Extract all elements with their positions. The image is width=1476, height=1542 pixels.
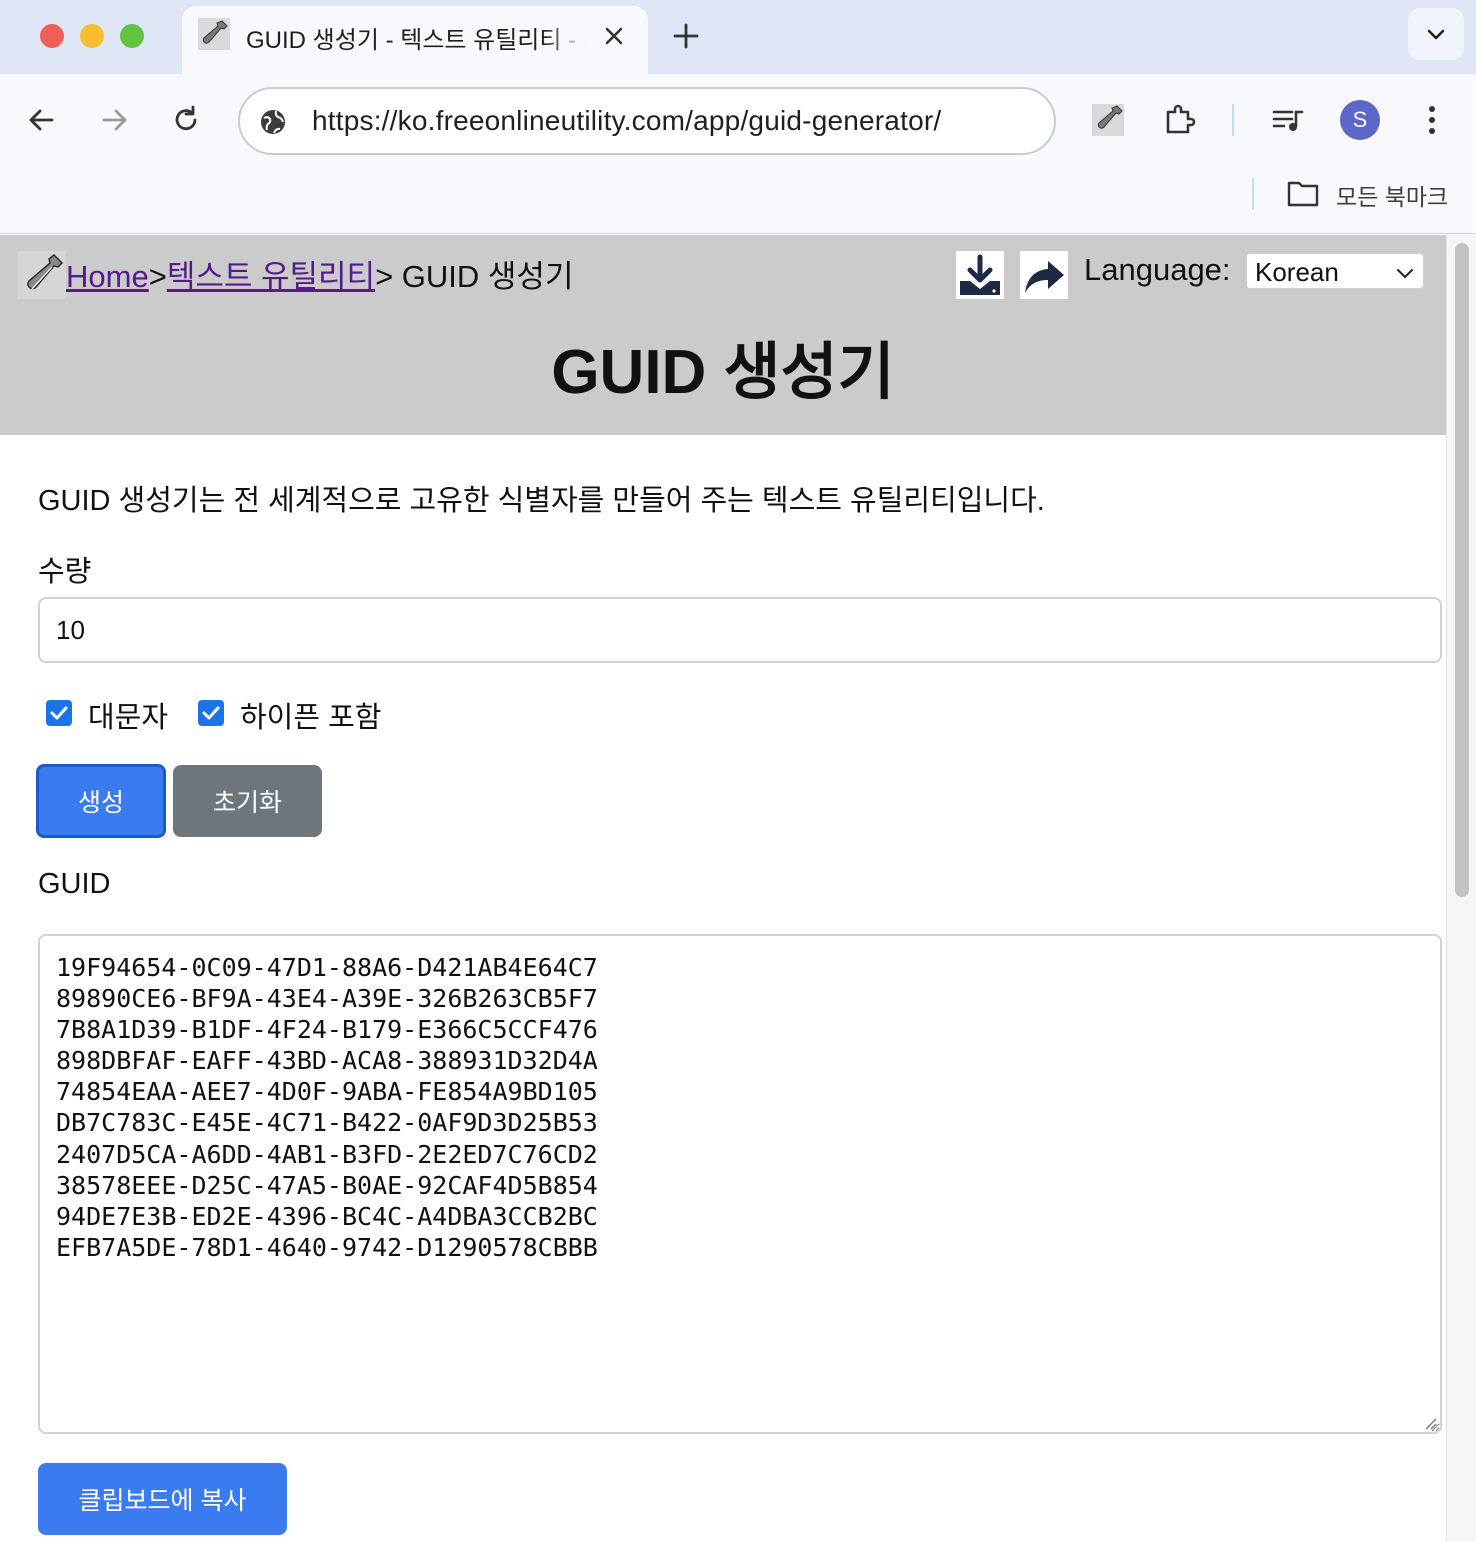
copy-to-clipboard-button[interactable]: 클립보드에 복사: [38, 1463, 287, 1535]
guid-output-label: GUID: [38, 868, 111, 900]
url-text: https://ko.freeonlineutility.com/app/gui…: [312, 105, 942, 136]
folder-icon[interactable]: [1286, 178, 1320, 208]
bookmarks-divider: [1252, 178, 1254, 210]
generate-button[interactable]: 생성: [36, 764, 166, 838]
window-minimize-button[interactable]: [80, 24, 104, 48]
breadcrumb-separator: >: [148, 259, 167, 294]
hyphen-checkbox[interactable]: [198, 700, 224, 726]
language-select[interactable]: Korean: [1246, 253, 1424, 289]
breadcrumb: Home>텍스트 유틸리티> GUID 생성기: [66, 251, 573, 296]
breadcrumb-category-link[interactable]: 텍스트 유틸리티: [167, 259, 375, 294]
language-label: Language:: [1084, 252, 1231, 287]
back-arrow-icon[interactable]: [22, 100, 62, 140]
guid-output-textarea[interactable]: 19F94654-0C09-47D1-88A6-D421AB4E64C7 8989…: [38, 934, 1442, 1434]
guid-line: 19F94654-0C09-47D1-88A6-D421AB4E64C7: [56, 953, 598, 982]
wrench-logo-icon[interactable]: [18, 251, 66, 299]
page-scrollbar[interactable]: [1446, 235, 1476, 1542]
language-selected-value: Korean: [1255, 257, 1339, 287]
breadcrumb-current: GUID 생성기: [393, 259, 574, 294]
reload-icon[interactable]: [166, 100, 206, 140]
reset-button[interactable]: 초기화: [173, 765, 322, 837]
resize-handle-icon[interactable]: [1422, 1415, 1438, 1431]
tool-description: GUID 생성기는 전 세계적으로 고유한 식별자를 만들어 주는 텍스트 유틸…: [38, 485, 1045, 517]
checkmark-icon: [202, 706, 220, 720]
wrench-icon: [198, 18, 230, 50]
tab-title: GUID 생성기 - 텍스트 유틸리티 - 무료 온라인 유틸리티: [246, 27, 586, 54]
all-bookmarks-link[interactable]: 모든 북마크: [1336, 178, 1448, 212]
guid-line: 2407D5CA-A6DD-4AB1-B3FD-2E2ED7C76CD2: [56, 1139, 598, 1169]
guid-line: 7B8A1D39-B1DF-4F24-B179-E366C5CCF476: [56, 1015, 598, 1045]
quantity-input[interactable]: [38, 597, 1442, 663]
tab-search-button[interactable]: [1408, 8, 1464, 60]
extensions-puzzle-icon[interactable]: [1160, 100, 1200, 140]
chevron-down-icon: [1397, 269, 1413, 278]
breadcrumb-separator: >: [375, 259, 394, 294]
hyphen-label[interactable]: 하이픈 포함: [240, 694, 381, 736]
guid-line: 898DBFAF-EAFF-43BD-ACA8-388931D32D4A: [56, 1046, 598, 1076]
download-icon[interactable]: [956, 251, 1004, 299]
wrench-icon[interactable]: [1088, 100, 1128, 140]
window-close-button[interactable]: [40, 24, 64, 48]
plus-icon[interactable]: [668, 18, 704, 54]
address-bar[interactable]: https://ko.freeonlineutility.com/app/gui…: [238, 87, 1056, 155]
toolbar-divider: [1232, 104, 1234, 136]
page-title: GUID 생성기: [551, 338, 895, 407]
browser-toolbar: https://ko.freeonlineutility.com/app/gui…: [0, 74, 1476, 234]
guid-line: EFB7A5DE-78D1-4640-9742-D1290578CBBB: [56, 1232, 598, 1262]
media-queue-icon[interactable]: [1268, 100, 1308, 140]
uppercase-label[interactable]: 대문자: [88, 694, 168, 736]
breadcrumb-home-link[interactable]: Home: [66, 259, 149, 294]
chevron-down-icon: [1427, 29, 1445, 40]
page-content: Home>텍스트 유틸리티> GUID 생성기 Language: Korean…: [0, 235, 1446, 1542]
site-header: Home>텍스트 유틸리티> GUID 생성기 Language: Korean…: [0, 235, 1446, 435]
window-maximize-button[interactable]: [120, 24, 144, 48]
guid-line: 94DE7E3B-ED2E-4396-BC4C-A4DBA3CCB2BC: [56, 1201, 598, 1231]
guid-line: 89890CE6-BF9A-43E4-A39E-326B263CB5F7: [56, 984, 598, 1014]
close-icon[interactable]: [598, 20, 630, 52]
guid-line: 74854EAA-AEE7-4D0F-9ABA-FE854A9BD105: [56, 1077, 598, 1107]
guid-line: 38578EEE-D25C-47A5-B0AE-92CAF4D5B854: [56, 1170, 598, 1200]
profile-avatar[interactable]: S: [1340, 100, 1380, 140]
active-tab[interactable]: GUID 생성기 - 텍스트 유틸리티 - 무료 온라인 유틸리티: [182, 6, 648, 74]
more-vertical-icon[interactable]: [1412, 100, 1452, 140]
globe-icon[interactable]: [258, 107, 288, 137]
uppercase-checkbox[interactable]: [46, 700, 72, 726]
quantity-label: 수량: [38, 556, 92, 588]
forward-arrow-icon[interactable]: [94, 100, 134, 140]
tab-strip: GUID 생성기 - 텍스트 유틸리티 - 무료 온라인 유틸리티: [0, 0, 1476, 74]
scrollbar-thumb[interactable]: [1455, 243, 1469, 897]
checkmark-icon: [50, 706, 68, 720]
share-arrow-icon[interactable]: [1020, 251, 1068, 299]
guid-line: DB7C783C-E45E-4C71-B422-0AF9D3D25B53: [56, 1108, 598, 1138]
